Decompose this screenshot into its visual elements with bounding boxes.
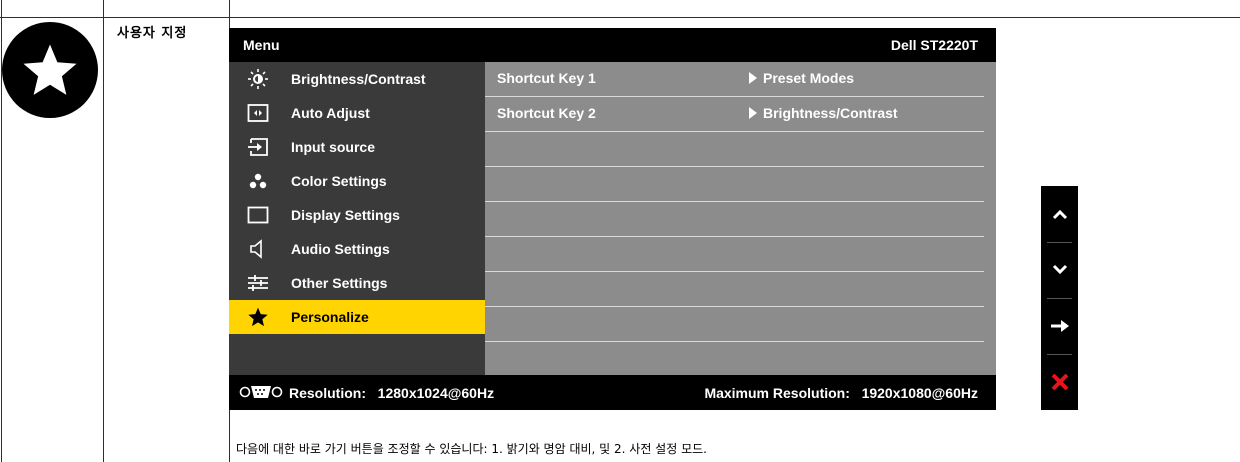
menu-item-label: Input source xyxy=(291,139,376,155)
submenu-row-value: Brightness/Contrast xyxy=(749,105,898,121)
submenu-row-empty xyxy=(485,307,984,342)
personalize-badge-icon xyxy=(2,22,98,118)
triangle-right-icon xyxy=(749,107,757,119)
submenu-row-empty xyxy=(485,202,984,237)
right-arrow-icon xyxy=(1050,319,1069,332)
vga-connector-icon xyxy=(239,384,283,404)
menu-item-audio-settings[interactable]: Audio Settings xyxy=(229,232,485,266)
menu-item-brightness-contrast[interactable]: Brightness/Contrast xyxy=(229,62,485,96)
up-arrow-icon xyxy=(1052,209,1067,219)
menu-item-other-settings[interactable]: Other Settings xyxy=(229,266,485,300)
max-resolution-readout: Maximum Resolution: 1920x1080@60Hz xyxy=(704,385,978,401)
submenu-row-shortcut-key-1[interactable]: Shortcut Key 1 Preset Modes xyxy=(485,62,984,97)
osd-navigation-buttons xyxy=(1041,186,1078,410)
menu-item-label: Other Settings xyxy=(291,275,388,291)
display-settings-icon xyxy=(243,204,273,226)
audio-settings-icon xyxy=(243,238,273,260)
osd-header: Menu Dell ST2220T xyxy=(229,28,996,62)
resolution-readout: Resolution: 1280x1024@60Hz xyxy=(289,385,495,401)
osd-model: Dell ST2220T xyxy=(890,37,978,53)
menu-item-label: Brightness/Contrast xyxy=(291,71,426,87)
auto-adjust-icon xyxy=(243,102,273,124)
color-settings-icon xyxy=(243,170,273,192)
submenu-row-key: Shortcut Key 2 xyxy=(497,105,596,121)
enter-button[interactable] xyxy=(1041,298,1078,353)
menu-item-display-settings[interactable]: Display Settings xyxy=(229,198,485,232)
menu-item-label: Color Settings xyxy=(291,173,387,189)
menu-item-auto-adjust[interactable]: Auto Adjust xyxy=(229,96,485,130)
star-icon xyxy=(243,306,273,328)
osd-submenu: Shortcut Key 1 Preset Modes Shortcut Key… xyxy=(485,62,996,375)
menu-item-label: Personalize xyxy=(291,309,369,325)
description-text: 다음에 대한 바로 가기 버튼을 조정할 수 있습니다: 1. 밝기와 명암 대… xyxy=(236,442,707,456)
osd-menu: Menu Dell ST2220T Brightness/Contrast Au… xyxy=(229,28,996,410)
table-col-divider-1 xyxy=(103,0,104,462)
triangle-right-icon xyxy=(749,72,757,84)
up-button[interactable] xyxy=(1041,186,1078,241)
menu-item-label: Display Settings xyxy=(291,207,400,223)
exit-button[interactable] xyxy=(1041,354,1078,409)
menu-item-color-settings[interactable]: Color Settings xyxy=(229,164,485,198)
section-title: 사용자 지정 xyxy=(117,26,188,41)
submenu-row-shortcut-key-2[interactable]: Shortcut Key 2 Brightness/Contrast xyxy=(485,97,984,132)
submenu-row-empty xyxy=(485,167,984,202)
menu-item-label: Audio Settings xyxy=(291,241,390,257)
table-header-border xyxy=(0,17,1240,18)
star-icon xyxy=(23,44,77,95)
other-settings-icon xyxy=(243,272,273,294)
menu-item-input-source[interactable]: Input source xyxy=(229,130,485,164)
close-icon xyxy=(1051,373,1068,390)
down-arrow-icon xyxy=(1052,264,1067,274)
osd-title: Menu xyxy=(243,37,280,53)
input-source-icon xyxy=(243,136,273,158)
submenu-row-key: Shortcut Key 1 xyxy=(497,70,596,86)
osd-main-menu: Brightness/Contrast Auto Adjust Input so… xyxy=(229,62,485,375)
submenu-row-empty xyxy=(485,272,984,307)
down-button[interactable] xyxy=(1041,242,1078,297)
submenu-row-empty xyxy=(485,237,984,272)
menu-item-label: Auto Adjust xyxy=(291,105,370,121)
submenu-row-value: Preset Modes xyxy=(749,70,854,86)
osd-footer: Resolution: 1280x1024@60Hz Maximum Resol… xyxy=(229,375,996,410)
menu-item-personalize[interactable]: Personalize xyxy=(229,300,485,334)
brightness-icon xyxy=(243,68,273,90)
submenu-row-empty xyxy=(485,132,984,167)
